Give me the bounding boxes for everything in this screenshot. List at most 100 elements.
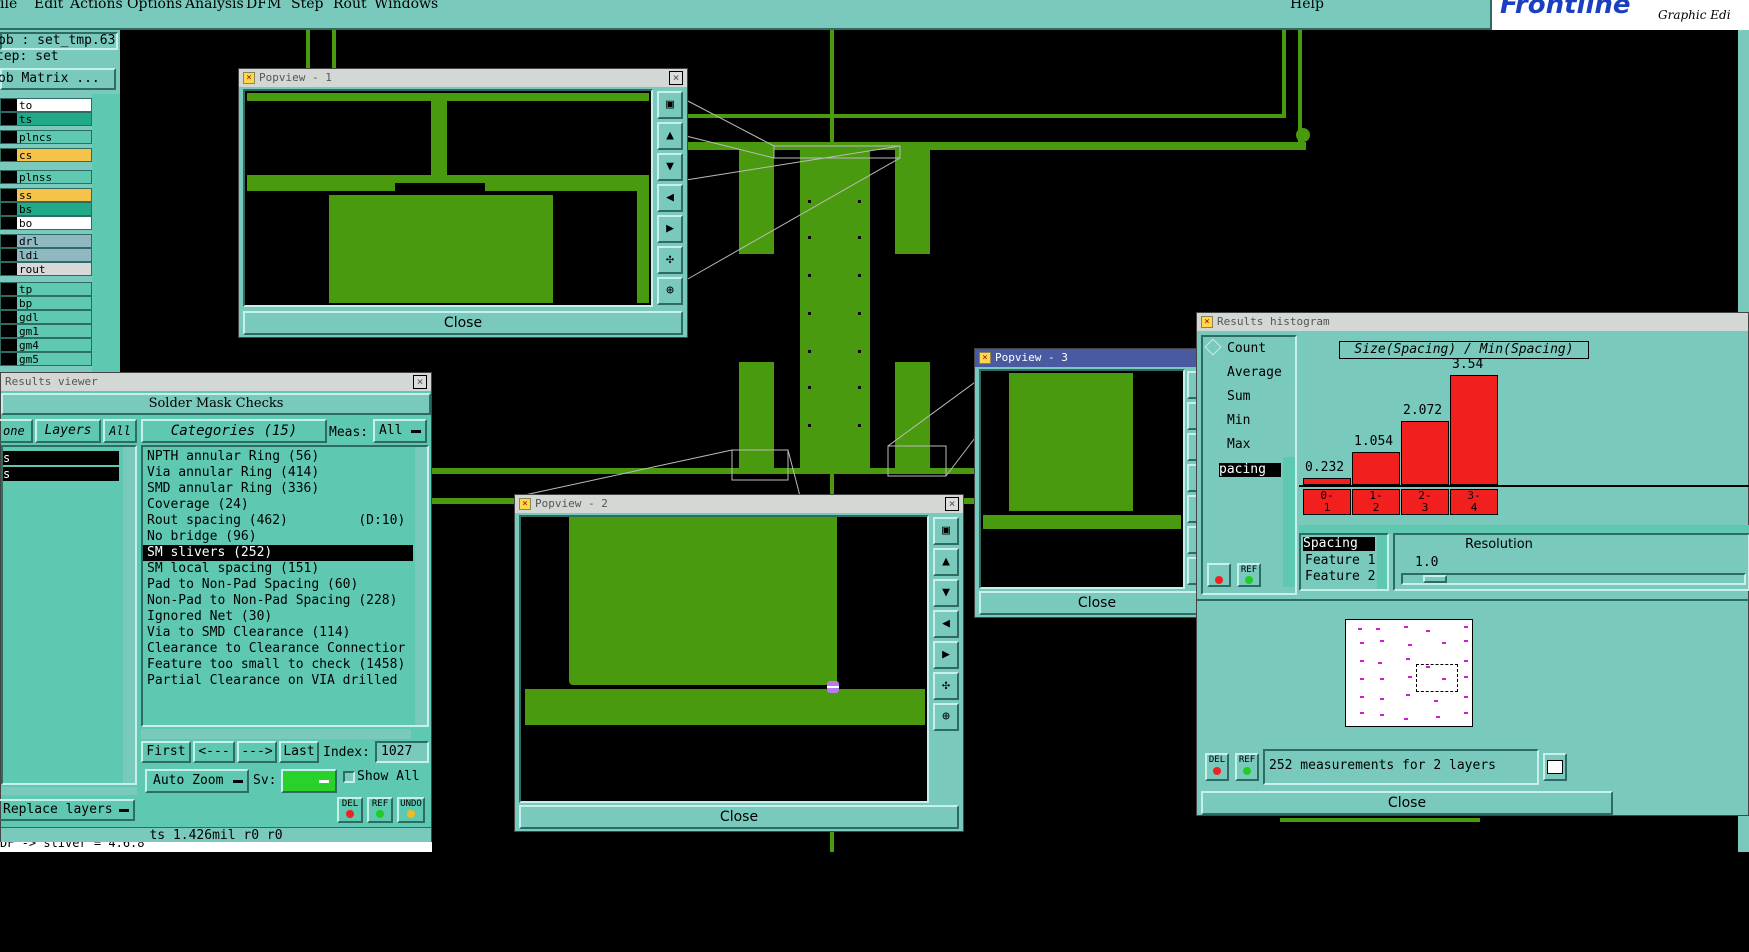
pan-down-icon[interactable]: ▼ (933, 579, 959, 607)
layer-row[interactable]: rout (0, 262, 92, 276)
categories-button[interactable]: Categories (15) (141, 419, 327, 443)
vertical-scrollbar[interactable] (415, 447, 427, 725)
menu-options[interactable]: Options (127, 0, 182, 12)
zoom-home-icon[interactable]: ⊕ (657, 277, 683, 305)
layer-row[interactable]: gm5 (0, 352, 92, 366)
layer-row[interactable]: ss (0, 188, 92, 202)
menu-rout[interactable]: Rout (333, 0, 367, 12)
attribute-list[interactable]: Spacing Feature 1 Feature 2 (1299, 533, 1389, 591)
slider-handle[interactable] (1423, 575, 1447, 583)
next-button[interactable]: ---> (237, 741, 277, 763)
zoom-window-icon[interactable]: ▣ (933, 517, 959, 545)
all-layers-button[interactable]: All (103, 419, 137, 443)
layer-swatch[interactable] (1, 217, 17, 229)
job-matrix-button[interactable]: ob Matrix ... (0, 68, 116, 90)
pan-down-icon[interactable]: ▼ (657, 153, 683, 181)
layer-swatch[interactable] (1, 99, 17, 111)
popview-1-titlebar[interactable]: × Popview - 1 × (239, 69, 687, 87)
layer-swatch[interactable] (1, 203, 17, 215)
category-item[interactable]: Non-Pad to Non-Pad Spacing (228) (143, 593, 413, 609)
category-item[interactable]: Via annular Ring (414) (143, 465, 413, 481)
attribute-feature2[interactable]: Feature 2 (1305, 569, 1375, 584)
menu-file[interactable]: ile (0, 0, 17, 12)
histogram-bar[interactable] (1401, 421, 1449, 485)
vertical-scrollbar[interactable] (123, 447, 135, 783)
layer-row[interactable]: plnss (0, 170, 92, 184)
first-button[interactable]: First (141, 741, 191, 763)
pan-left-icon[interactable]: ◀ (933, 610, 959, 638)
bin-label[interactable]: 1- 2 (1352, 489, 1400, 515)
layer-swatch[interactable] (1, 311, 17, 323)
category-item[interactable]: Clearance to Clearance Connectior (143, 641, 413, 657)
none-button[interactable]: one (0, 419, 33, 443)
overview-map[interactable] (1345, 619, 1473, 727)
layer-row[interactable]: gm1 (0, 324, 92, 338)
layer-row[interactable]: to (0, 98, 92, 112)
option-sum[interactable]: Sum (1227, 389, 1250, 404)
last-button[interactable]: Last (279, 741, 319, 763)
results-viewer-titlebar[interactable]: Results viewer × (1, 373, 431, 391)
popview-1-canvas[interactable] (243, 89, 653, 307)
categories-list[interactable]: NPTH annular Ring (56) Via annular Ring (… (141, 445, 429, 727)
category-item[interactable]: SM local spacing (151) (143, 561, 413, 577)
zoom-fit-icon[interactable]: ✣ (657, 246, 683, 274)
layer-scrollbar[interactable] (92, 94, 120, 372)
prev-button[interactable]: <--- (193, 741, 235, 763)
category-item[interactable]: Feature too small to check (1458) (143, 657, 413, 673)
category-item[interactable]: Pad to Non-Pad Spacing (60) (143, 577, 413, 593)
histogram-bar[interactable] (1352, 452, 1400, 485)
close-icon[interactable]: × (945, 497, 959, 511)
category-item[interactable]: NPTH annular Ring (56) (143, 449, 413, 465)
menu-analysis[interactable]: Analysis (185, 0, 244, 12)
popview-1-close-button[interactable]: Close (243, 311, 683, 335)
bin-label[interactable]: 3- 4 (1450, 489, 1498, 515)
meas-dropdown[interactable]: All (373, 419, 427, 443)
layer-row[interactable]: bs (0, 202, 92, 216)
zoom-window-icon[interactable]: ▣ (657, 91, 683, 119)
layer-row[interactable]: tp (0, 282, 92, 296)
list-item[interactable]: s (3, 451, 119, 465)
report-button[interactable] (1543, 753, 1567, 781)
popview-3-titlebar[interactable]: × Popview - 3 × (975, 349, 1219, 367)
category-item[interactable]: Ignored Net (30) (143, 609, 413, 625)
menu-edit[interactable]: Edit (34, 0, 63, 12)
layers-button[interactable]: Layers (35, 419, 101, 443)
severity-dropdown[interactable] (281, 769, 337, 793)
layer-swatch[interactable] (1, 339, 17, 351)
bin-label[interactable]: 2- 3 (1401, 489, 1449, 515)
layer-row[interactable]: plncs (0, 130, 92, 144)
menu-actions[interactable]: Actions (70, 0, 123, 12)
category-item[interactable]: Coverage (24) (143, 497, 413, 513)
show-all-checkbox[interactable] (343, 771, 355, 783)
layer-swatch[interactable] (1, 325, 17, 337)
delete-button[interactable] (1207, 563, 1231, 587)
popview-2-canvas[interactable] (519, 515, 929, 803)
layer-row[interactable]: ts (0, 112, 92, 126)
layer-swatch[interactable] (1, 249, 17, 261)
layer-swatch[interactable] (1, 263, 17, 275)
category-item[interactable]: Via to SMD Clearance (114) (143, 625, 413, 641)
selected-field[interactable]: pacing (1219, 463, 1281, 477)
layer-results-list[interactable]: s s (1, 445, 137, 785)
close-icon[interactable]: × (413, 375, 427, 389)
pan-right-icon[interactable]: ▶ (933, 641, 959, 669)
close-icon[interactable]: × (669, 71, 683, 85)
menu-windows[interactable]: Windows (374, 0, 438, 12)
category-item[interactable]: SMD annular Ring (336) (143, 481, 413, 497)
layer-row[interactable]: cs (0, 148, 92, 162)
category-item[interactable]: No bridge (96) (143, 529, 413, 545)
menu-dfm[interactable]: DFM (246, 0, 281, 12)
layer-swatch[interactable] (1, 189, 17, 201)
zoom-fit-icon[interactable]: ✣ (933, 672, 959, 700)
popview-2-titlebar[interactable]: × Popview - 2 × (515, 495, 963, 513)
horizontal-scrollbar[interactable] (1, 787, 137, 795)
overview-viewport[interactable] (1416, 664, 1458, 692)
pan-right-icon[interactable]: ▶ (657, 215, 683, 243)
zoom-home-icon[interactable]: ⊕ (933, 703, 959, 731)
undo-button[interactable]: UNDO (397, 797, 425, 823)
attribute-spacing[interactable]: Spacing (1303, 537, 1375, 551)
reference-button[interactable]: REF (1235, 753, 1259, 781)
histogram-bar[interactable] (1303, 478, 1351, 485)
command-line[interactable]: DF -> sliver = 4.6.8 (0, 842, 432, 852)
layer-swatch[interactable] (1, 149, 17, 161)
